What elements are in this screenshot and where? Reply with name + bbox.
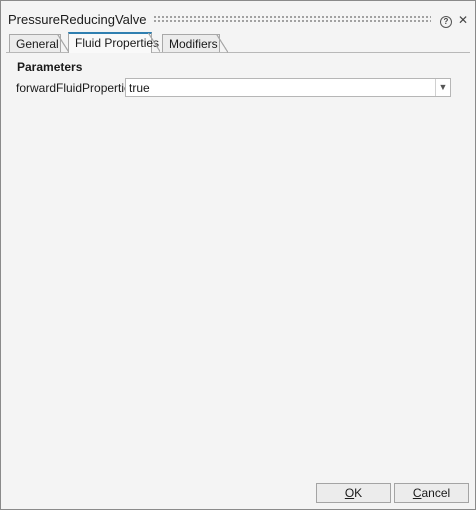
title-bar[interactable]: PressureReducingValve ? ✕ <box>1 1 475 31</box>
dialog-title: PressureReducingValve <box>8 12 147 27</box>
tab-modifiers[interactable]: Modifiers <box>162 34 228 53</box>
help-icon[interactable]: ? <box>439 13 453 28</box>
ok-button[interactable]: OK <box>316 483 391 503</box>
drag-grip[interactable] <box>153 15 431 23</box>
dialog-window: PressureReducingValve ? ✕ General Fluid … <box>0 0 476 510</box>
forward-fluid-properties-value: true <box>129 81 150 95</box>
cancel-button[interactable]: Cancel <box>394 483 469 503</box>
tab-fluid-properties[interactable]: Fluid Properties <box>68 32 160 53</box>
forward-fluid-properties-label: forwardFluidProperties <box>16 81 137 95</box>
parameters-heading: Parameters <box>17 60 83 74</box>
tab-general[interactable]: General <box>9 34 69 53</box>
ok-mnemonic: O <box>344 486 355 500</box>
chevron-down-icon[interactable]: ▼ <box>435 79 450 96</box>
cancel-label-rest: ancel <box>421 486 451 500</box>
close-icon[interactable]: ✕ <box>456 13 470 27</box>
ok-label-rest: K <box>354 486 363 500</box>
forward-fluid-properties-select[interactable]: true ▼ <box>125 78 451 97</box>
